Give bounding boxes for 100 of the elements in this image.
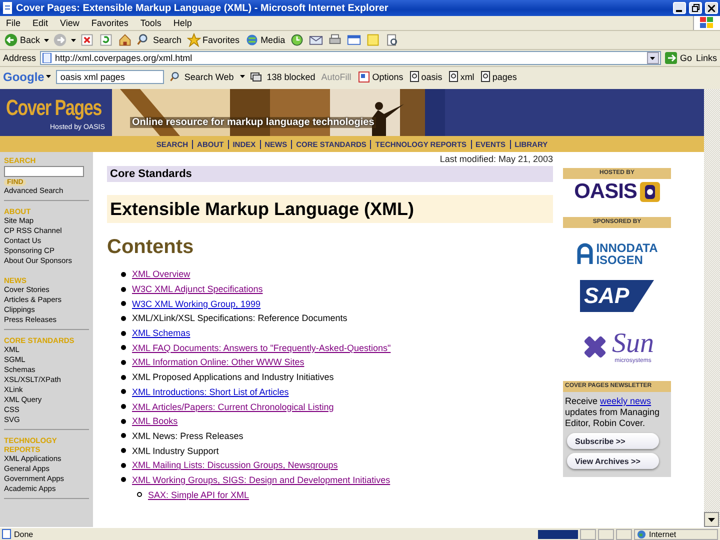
- list-item-text: XML/XLink/XSL Specifications: Reference Documents: [132, 313, 348, 324]
- status-pane: [598, 528, 614, 540]
- links-button[interactable]: Links: [696, 53, 717, 63]
- address-field[interactable]: http://xml.coverpages.org/xml.html: [40, 51, 661, 65]
- windows-logo-icon: [693, 16, 720, 30]
- dropdown-caret-icon[interactable]: [44, 38, 50, 42]
- restore-button[interactable]: [689, 2, 702, 14]
- newsletter-button[interactable]: Subscribe >>: [567, 433, 659, 449]
- close-button[interactable]: [705, 2, 718, 14]
- bullet: [121, 418, 126, 424]
- contents-link[interactable]: XML Introductions: Short List of Articles: [132, 386, 289, 397]
- sap-logo[interactable]: SAP: [580, 280, 654, 312]
- stop-icon: [80, 33, 94, 47]
- search-term-button[interactable]: oasis: [409, 71, 444, 82]
- section-bar: Core Standards: [107, 166, 553, 182]
- page-title: Extensible Markup Language (XML): [107, 195, 553, 223]
- down-arrow-icon: [708, 518, 715, 522]
- go-button[interactable]: Go: [664, 52, 692, 64]
- arrow-icon: [664, 52, 677, 64]
- last-modified-text: Last modified: May 21, 2003: [438, 153, 553, 166]
- bullet: [121, 404, 126, 410]
- highlight-icon: [410, 71, 420, 82]
- bullet: [121, 389, 126, 394]
- menu-item[interactable]: File: [0, 18, 27, 28]
- highlight-icon: [449, 71, 458, 82]
- weekly-news-link[interactable]: weekly news: [600, 396, 652, 406]
- clock-icon: [290, 33, 304, 47]
- contents-link[interactable]: W3C XML Adjunct Specifications: [132, 284, 263, 294]
- zone-text: Internet: [649, 530, 676, 538]
- clock-icon[interactable]: [289, 33, 306, 47]
- contents-link[interactable]: XML Overview: [132, 269, 190, 280]
- menu-item[interactable]: Help: [167, 18, 198, 28]
- menu-item[interactable]: Edit: [26, 18, 54, 28]
- star-icon: [186, 33, 201, 47]
- address-label: Address: [3, 53, 36, 63]
- house-icon: [118, 33, 132, 47]
- minimize-button[interactable]: [673, 2, 686, 14]
- contents-link[interactable]: XML Information Online: Other WWW Sites: [132, 357, 304, 368]
- status-pane: [580, 528, 596, 540]
- bullet: [121, 462, 126, 468]
- options-button[interactable]: Options: [357, 70, 404, 82]
- bullet: [121, 345, 126, 350]
- bullet: [121, 330, 126, 336]
- envelope-icon[interactable]: [308, 33, 324, 47]
- refresh-icon: [99, 33, 114, 47]
- status-pane: [538, 530, 578, 538]
- house-icon[interactable]: [117, 33, 134, 47]
- newsletter-button[interactable]: View Archives >>: [567, 453, 659, 469]
- menu-item[interactable]: Tools: [134, 18, 168, 28]
- toolbar-button[interactable]: Favorites: [186, 33, 241, 47]
- site-logo[interactable]: Cover Pages: [6, 95, 102, 121]
- back-icon: [4, 33, 18, 47]
- bullet: [121, 477, 126, 482]
- options-icon: [358, 70, 370, 82]
- contents-link[interactable]: SAX: Simple API for XML: [148, 490, 250, 500]
- list-item-text: XML Industry Support: [132, 446, 219, 456]
- printer-icon: [328, 33, 342, 47]
- bullet: [121, 272, 126, 277]
- list-item-text: XML News: Press Releases: [132, 430, 244, 441]
- blocked-count[interactable]: 138 blocked: [266, 72, 316, 82]
- contents-link[interactable]: XML Schemas: [132, 328, 190, 338]
- contents-link[interactable]: XML FAQ Documents: Answers to "Frequently-Asked-Questions": [132, 342, 391, 353]
- bullet: [137, 492, 142, 498]
- toolbar-button[interactable]: Media: [244, 33, 286, 47]
- search-field[interactable]: [4, 166, 84, 177]
- search-term-button[interactable]: pages: [480, 71, 518, 82]
- dropdown-caret-icon[interactable]: [46, 75, 52, 78]
- close-icon: [708, 4, 715, 12]
- toolbar-button[interactable]: Search: [136, 33, 183, 47]
- contents-link[interactable]: XML Working Groups, SIGS: Design and Development Initiatives: [132, 474, 390, 485]
- search-web-button[interactable]: Search Web: [169, 70, 235, 82]
- contents-link[interactable]: XML Books: [132, 416, 178, 426]
- search-term-button[interactable]: xml: [448, 71, 476, 82]
- innodata-isogen-logo[interactable]: INNODATA ISOGEN: [563, 238, 671, 270]
- contents-link[interactable]: XML Articles/Papers: Current Chronological Listing: [132, 402, 334, 412]
- popup-blocker-icon[interactable]: [250, 70, 262, 82]
- printer-icon[interactable]: [327, 33, 344, 47]
- oasis-logo[interactable]: OASIS: [563, 179, 671, 205]
- contents-link[interactable]: W3C XML Working Group, 1999: [132, 298, 261, 309]
- newsletter-text: Receive weekly news updates from Managing Editor, Robin Cover.: [564, 396, 661, 429]
- toolbar-button[interactable]: Back: [3, 33, 42, 47]
- globe-icon: [244, 33, 259, 47]
- scroll-down-button[interactable]: [704, 512, 719, 527]
- dropdown-arrow-icon[interactable]: [650, 56, 656, 60]
- stop-icon[interactable]: [79, 33, 96, 47]
- dropdown-caret-icon[interactable]: [71, 38, 76, 42]
- forward-icon: [53, 33, 68, 47]
- bullet: [121, 374, 126, 380]
- google-logo-button[interactable]: Google: [3, 70, 52, 84]
- magnifier-page-icon: [385, 33, 400, 47]
- refresh-icon[interactable]: [98, 33, 114, 47]
- menu-item[interactable]: Favorites: [85, 18, 134, 28]
- search-field[interactable]: oasis xml pages: [56, 70, 164, 84]
- dropdown-caret-icon[interactable]: [240, 75, 245, 78]
- menu-item[interactable]: View: [54, 18, 86, 28]
- contents-link[interactable]: XML Mailing Lists: Discussion Groups, Newsgroups: [132, 460, 338, 470]
- note-icon: [366, 33, 380, 47]
- scrollbar[interactable]: [704, 89, 720, 527]
- restore-icon: [692, 4, 700, 12]
- bullet: [121, 301, 126, 306]
